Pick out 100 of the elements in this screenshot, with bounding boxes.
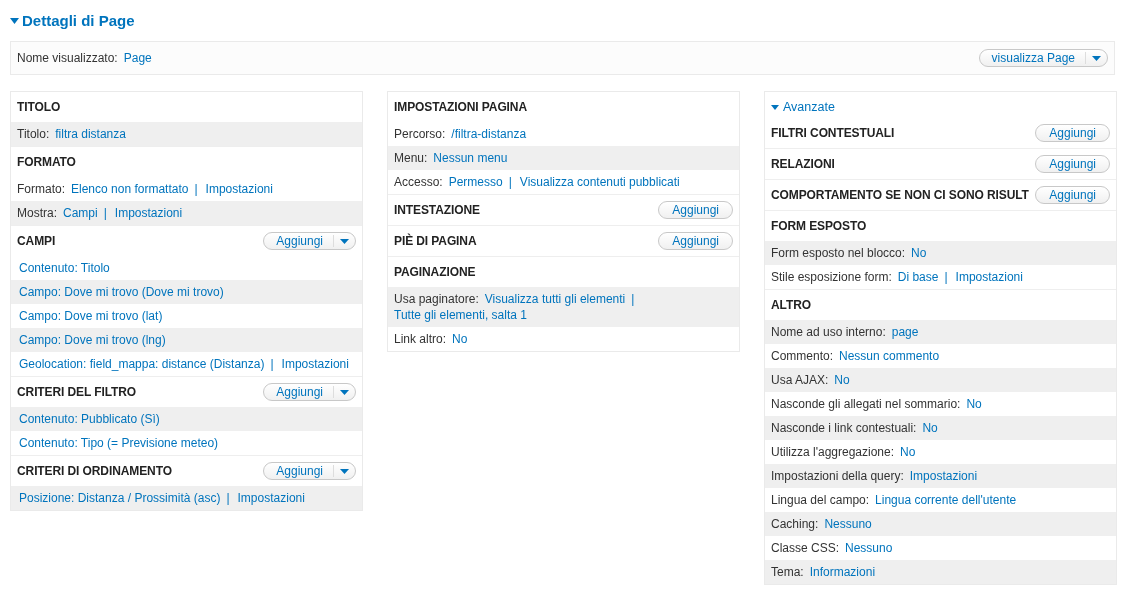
section-title: RELAZIONI: [771, 157, 835, 171]
section-title: CRITERI DI ORDINAMENTO: [17, 464, 172, 478]
setting-label: Utilizza l'aggregazione:: [771, 444, 895, 460]
caret-icon: [340, 238, 349, 244]
setting-label: Caching:: [771, 516, 819, 532]
setting-link[interactable]: Visualizza contenuti pubblicati: [519, 174, 680, 190]
setting-link[interactable]: No: [911, 245, 927, 261]
add-button[interactable]: Aggiungi: [1035, 186, 1110, 204]
setting-link[interactable]: Permesso: [448, 174, 503, 190]
section-title: PAGINAZIONE: [394, 265, 476, 279]
section-title: ALTRO: [771, 298, 811, 312]
setting-link[interactable]: Campo: Dove mi trovo (lng): [19, 332, 166, 348]
setting-link[interactable]: Posizione: Distanza / Prossimità (asc): [19, 490, 221, 506]
setting-link[interactable]: Contenuto: Titolo: [19, 260, 110, 276]
add-button[interactable]: Aggiungi: [658, 201, 733, 219]
setting-link[interactable]: Elenco non formattato: [71, 181, 189, 197]
section-title: FILTRI CONTESTUALI: [771, 126, 895, 140]
add-button[interactable]: Aggiungi: [1035, 124, 1110, 142]
setting-link[interactable]: Impostazioni: [955, 269, 1023, 285]
setting-label: Mostra:: [17, 205, 57, 221]
setting-link[interactable]: No: [966, 396, 982, 412]
setting-label: Nome ad uso interno:: [771, 324, 886, 340]
setting-label: Form esposto nel blocco:: [771, 245, 906, 261]
setting-label: Formato:: [17, 181, 65, 197]
display-name-link[interactable]: Page: [123, 51, 152, 65]
separator: |: [944, 269, 948, 285]
setting-link[interactable]: No: [452, 331, 468, 347]
setting-label: Stile esposizione form:: [771, 269, 892, 285]
setting-label: Usa AJAX:: [771, 372, 829, 388]
setting-label: Nasconde gli allegati nel sommario:: [771, 396, 961, 412]
section-title: COMPORTAMENTO SE NON CI SONO RISULT: [771, 188, 1029, 202]
section-title: CAMPI: [17, 234, 56, 248]
setting-label: Link altro:: [394, 331, 447, 347]
setting-link[interactable]: Di base: [897, 269, 939, 285]
setting-label: Titolo:: [17, 126, 50, 142]
setting-link[interactable]: No: [834, 372, 850, 388]
setting-link[interactable]: Campo: Dove mi trovo (Dove mi trovo): [19, 284, 224, 300]
add-button[interactable]: Aggiungi: [1035, 155, 1110, 173]
setting-label: Classe CSS:: [771, 540, 840, 556]
details-toggle[interactable]: Dettagli di Page: [10, 10, 135, 31]
section-title: INTESTAZIONE: [394, 203, 480, 217]
setting-link[interactable]: page: [891, 324, 919, 340]
setting-link[interactable]: No: [922, 420, 938, 436]
setting-link[interactable]: Impostazioni: [205, 181, 273, 197]
setting-link[interactable]: /filtra-distanza: [451, 126, 527, 142]
separator: |: [270, 356, 274, 372]
setting-link[interactable]: Impostazioni: [237, 490, 305, 506]
setting-label: Impostazioni della query:: [771, 468, 904, 484]
setting-link[interactable]: filtra distanza: [55, 126, 126, 142]
setting-label: Nasconde i link contestuali:: [771, 420, 917, 436]
separator: |: [226, 490, 230, 506]
setting-label: Accesso:: [394, 174, 443, 190]
caret-icon: [340, 389, 349, 395]
advanced-toggle[interactable]: Avanzate: [765, 92, 841, 118]
setting-link[interactable]: Impostazioni: [909, 468, 978, 484]
setting-link[interactable]: Impostazioni: [281, 356, 349, 372]
section-title: IMPOSTAZIONI PAGINA: [394, 100, 527, 114]
setting-link[interactable]: Contenuto: Pubblicato (Sì): [19, 411, 160, 427]
setting-link[interactable]: No: [900, 444, 916, 460]
add-button[interactable]: Aggiungi: [264, 234, 333, 248]
setting-link[interactable]: Nessuno: [824, 516, 872, 532]
caret-icon: [1092, 55, 1101, 61]
view-page-dropbutton[interactable]: visualizza Page: [978, 49, 1108, 67]
view-page-button[interactable]: visualizza Page: [979, 51, 1085, 65]
caret-icon: [10, 17, 19, 24]
separator: |: [631, 291, 635, 307]
setting-link[interactable]: Nessun commento: [839, 348, 940, 364]
setting-link[interactable]: Campo: Dove mi trovo (lat): [19, 308, 163, 324]
setting-link[interactable]: Lingua corrente dell'utente: [875, 492, 1017, 508]
setting-link[interactable]: Campi: [63, 205, 98, 221]
caret-icon: [340, 468, 349, 474]
separator: |: [194, 181, 198, 197]
caret-icon: [771, 104, 779, 110]
separator: |: [508, 174, 512, 190]
add-button[interactable]: Aggiungi: [658, 232, 733, 250]
setting-link[interactable]: Informazioni: [809, 564, 876, 580]
add-dropbutton[interactable]: Aggiungi: [263, 383, 356, 401]
setting-link[interactable]: Tutte gli elementi, salta 1: [394, 307, 527, 323]
add-dropbutton[interactable]: Aggiungi: [263, 462, 356, 480]
setting-link[interactable]: Contenuto: Tipo (= Previsione meteo): [19, 435, 219, 451]
section-title: FORM ESPOSTO: [771, 219, 867, 233]
section-title: FORMATO: [17, 155, 76, 169]
section-title: PIÈ DI PAGINA: [394, 234, 477, 248]
add-button[interactable]: Aggiungi: [264, 385, 333, 399]
display-name-label: Nome visualizzato:: [17, 51, 118, 65]
setting-label: Tema:: [771, 564, 804, 580]
separator: |: [103, 205, 107, 221]
setting-link[interactable]: Visualizza tutti gli elementi: [484, 291, 626, 307]
section-title: TITOLO: [17, 100, 61, 114]
setting-link[interactable]: Nessun menu: [433, 150, 508, 166]
setting-link[interactable]: Impostazioni: [114, 205, 183, 221]
setting-label: Usa paginatore:: [394, 291, 479, 307]
setting-link[interactable]: Geolocation: field_mappa: distance (Distanza): [19, 356, 265, 372]
setting-label: Menu:: [394, 150, 428, 166]
add-button[interactable]: Aggiungi: [264, 464, 333, 478]
section-title: CRITERI DEL FILTRO: [17, 385, 137, 399]
setting-label: Lingua del campo:: [771, 492, 870, 508]
add-dropbutton[interactable]: Aggiungi: [263, 232, 356, 250]
setting-link[interactable]: Nessuno: [845, 540, 893, 556]
setting-label: Percorso:: [394, 126, 446, 142]
